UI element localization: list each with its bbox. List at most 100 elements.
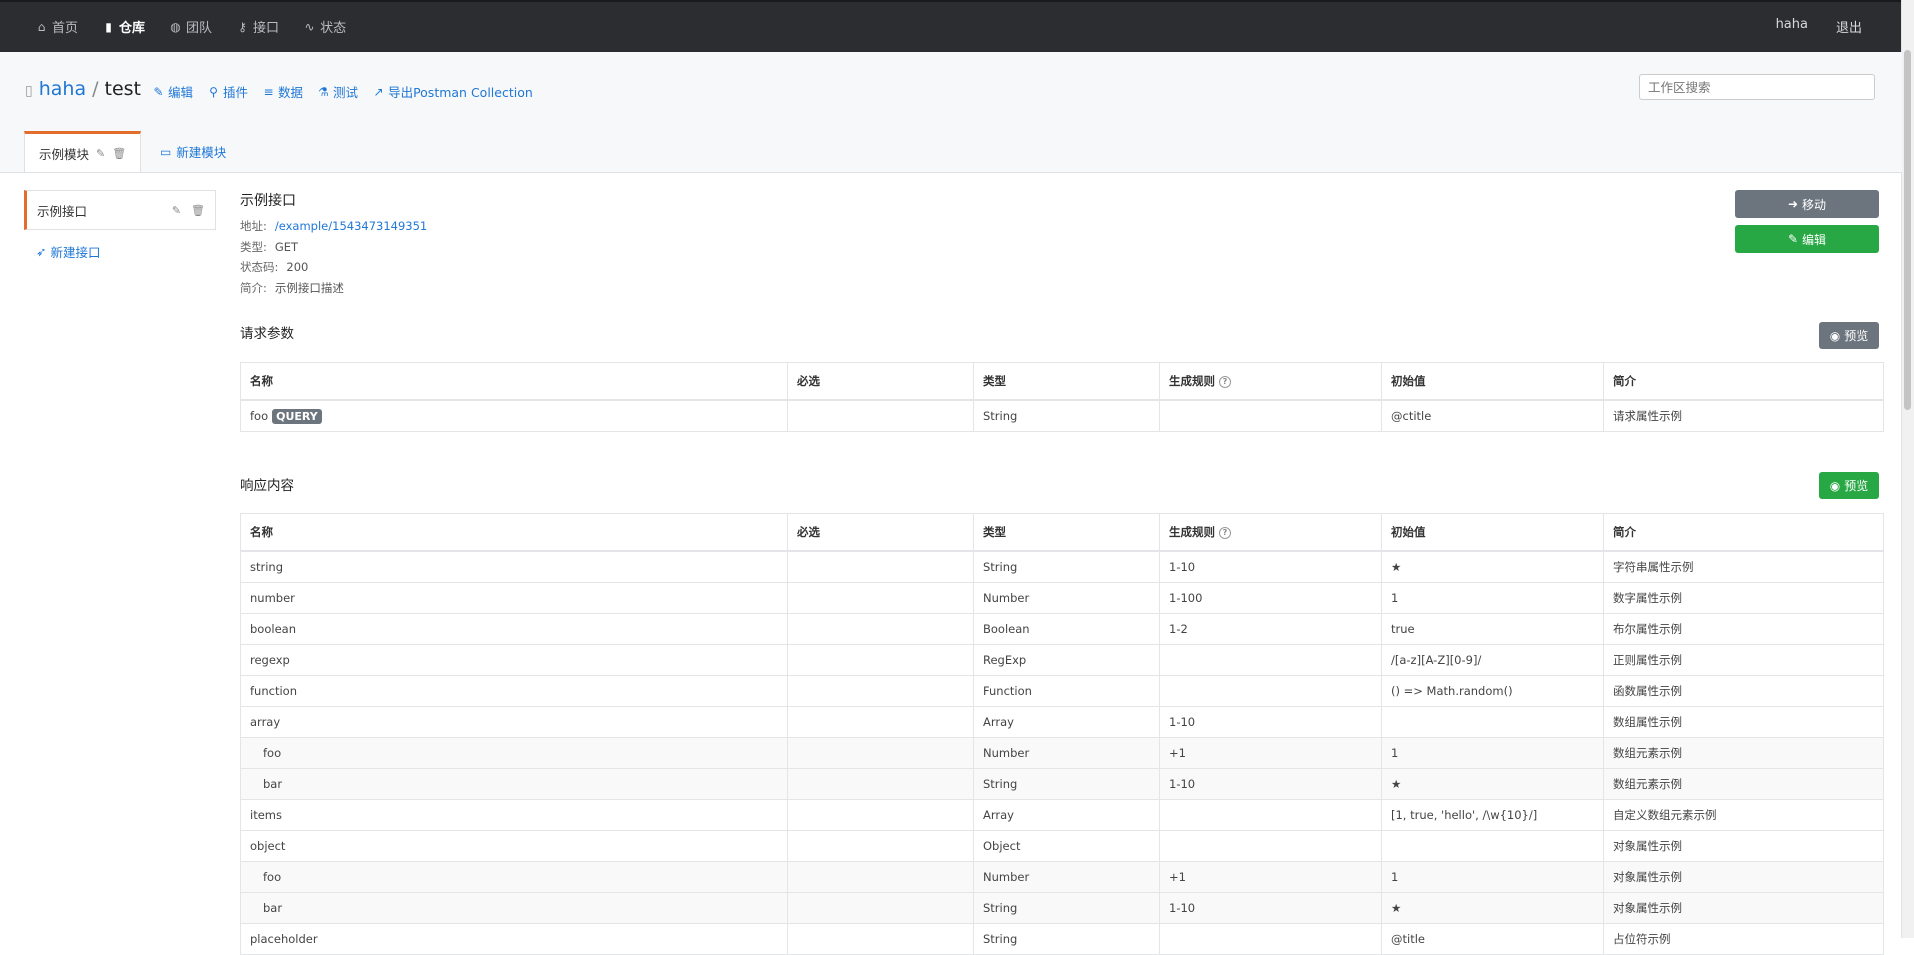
user-area: haha 退出 [1776,17,1862,36]
table-cell-value: [1, true, 'hello', /\w{10}/] [1381,799,1604,831]
workspace-search-input[interactable] [1639,74,1875,100]
table-cell-required [787,399,974,432]
repo-action-label: 数据 [278,85,304,100]
table-row: array Array 1-10 数组属性示例 [240,706,1884,738]
table-cell-rule: 1-10 [1159,706,1382,738]
column-header-label: 名称 [250,525,273,539]
cell-desc: 数组属性示例 [1613,715,1682,729]
column-header-label: 生成规则 [1169,525,1215,539]
response-content-table: 名称 必选 类型 生成规则? 初始值 简介 string String 1-10 ★ 字符串属性示… [240,513,1884,955]
table-cell-rule: 1-10 [1159,768,1382,800]
repo-action-4[interactable]: ↗ 导出Postman Collection [372,82,533,101]
pencil-icon[interactable]: ✎ [96,147,105,160]
table-cell-required [787,582,974,614]
table-cell-value: ★ [1381,550,1604,583]
nav-item-4[interactable]: ∿ 状态 [303,17,347,37]
table-cell-desc: 布尔属性示例 [1603,613,1884,645]
nav-item-1[interactable]: ▮ 仓库 [102,17,145,37]
repo-action-label: 编辑 [168,85,194,100]
nav-item-0[interactable]: ⌂ 首页 [35,17,78,37]
nav-item-3[interactable]: ⚷ 接口 [236,17,279,37]
table-header-row: 名称 必选 类型 生成规则? 初始值 简介 [240,362,1884,401]
table-cell-value: @ctitle [1381,399,1604,432]
table-cell-name: bar [240,892,788,924]
cell-desc: 对象属性示例 [1613,839,1682,853]
table-cell-rule [1159,399,1382,432]
table-row: placeholder String @title 占位符示例 [240,923,1884,955]
nav-item-label: 团队 [186,21,213,36]
request-params-title: 请求参数 [240,326,294,342]
trash-icon[interactable]: 🗑 [112,147,126,160]
cell-name: foo [263,870,282,884]
interface-sidebar: 示例接口 ✎ 🗑 ➶ 新建接口 [24,190,216,261]
cell-desc: 数组元素示例 [1613,777,1682,791]
column-header: 名称 [240,513,788,552]
table-row: regexp RegExp /[a-z][A-Z][0-9]/ 正则属性示例 [240,644,1884,676]
cell-desc: 数组元素示例 [1613,746,1682,760]
help-icon[interactable]: ? [1219,526,1231,539]
table-row: object Object 对象属性示例 [240,830,1884,862]
response-preview-button[interactable]: ◉ 预览 [1819,472,1879,499]
cell-value: 1 [1391,591,1399,605]
table-cell-required [787,737,974,769]
new-interface-button[interactable]: ➶ 新建接口 [36,242,216,261]
table-cell-required [787,613,974,645]
column-header: 类型 [973,513,1160,552]
table-cell-desc: 数组属性示例 [1603,706,1884,738]
trash-icon[interactable]: 🗑 [191,204,205,217]
cell-value: @title [1391,932,1425,946]
table-row: foo Number +1 1 数组元素示例 [240,737,1884,769]
page-scrollbar[interactable] [1901,0,1914,938]
cell-value: true [1391,622,1415,636]
table-cell-rule [1159,799,1382,831]
request-preview-button[interactable]: ◉ 预览 [1819,322,1879,349]
table-cell-required [787,675,974,707]
pencil-icon: ✎ [153,84,164,99]
move-button[interactable]: ➜ 移动 [1735,190,1879,218]
new-module-button[interactable]: ▭ 新建模块 [141,131,244,172]
address-link[interactable]: /example/1543473149351 [275,219,427,233]
cell-name: placeholder [250,932,318,946]
cell-name: boolean [250,622,296,636]
cell-type: String [983,932,1018,946]
table-cell-rule: 1-10 [1159,550,1382,583]
column-header: 类型 [973,362,1160,401]
table-cell-name: function [240,675,788,707]
repo-action-label: 导出Postman Collection [388,85,533,100]
repo-action-1[interactable]: ⚲ 插件 [207,82,248,101]
cell-type: RegExp [983,653,1027,667]
team-icon: ◍ [170,19,181,34]
table-cell-value: ★ [1381,768,1604,800]
cell-rule: 1-10 [1169,560,1196,574]
interface-detail: 示例接口 地址: /example/1543473149351 类型: GET 状态… [240,190,1884,955]
cell-name: object [250,839,286,853]
column-header-label: 简介 [1613,374,1636,388]
table-cell-desc: 正则属性示例 [1603,644,1884,676]
username-link[interactable]: haha [1776,17,1808,36]
table-row: bar String 1-10 ★ 对象属性示例 [240,892,1884,924]
column-header: 简介 [1603,362,1884,401]
column-header: 必选 [787,513,974,552]
sidebar-item-example-interface[interactable]: 示例接口 ✎ 🗑 [24,190,216,230]
repo-action-0[interactable]: ✎ 编辑 [152,82,193,101]
tab-example-module[interactable]: 示例模块 ✎ 🗑 [24,131,142,172]
repo-owner-link[interactable]: haha [39,78,86,100]
flask-icon: ⚗ [318,84,329,99]
cell-desc: 布尔属性示例 [1613,622,1682,636]
cell-value: () => Math.random() [1391,684,1513,698]
edit-label: 编辑 [1802,232,1827,247]
edit-interface-button[interactable]: ✎ 编辑 [1735,225,1879,253]
table-cell-rule: +1 [1159,737,1382,769]
column-header-label: 必选 [797,374,820,388]
help-icon[interactable]: ? [1219,375,1231,388]
cell-name: function [250,684,297,698]
move-icon: ➜ [1787,197,1799,211]
table-cell-name: array [240,706,788,738]
logout-link[interactable]: 退出 [1836,17,1862,36]
nav-item-2[interactable]: ◍ 团队 [169,17,213,37]
repo-action-3[interactable]: ⚗ 测试 [317,82,358,101]
scroll-thumb[interactable] [1904,50,1911,410]
repo-action-2[interactable]: ≡ 数据 [262,82,304,101]
pencil-icon[interactable]: ✎ [172,204,181,217]
table-cell-rule: 1-2 [1159,613,1382,645]
